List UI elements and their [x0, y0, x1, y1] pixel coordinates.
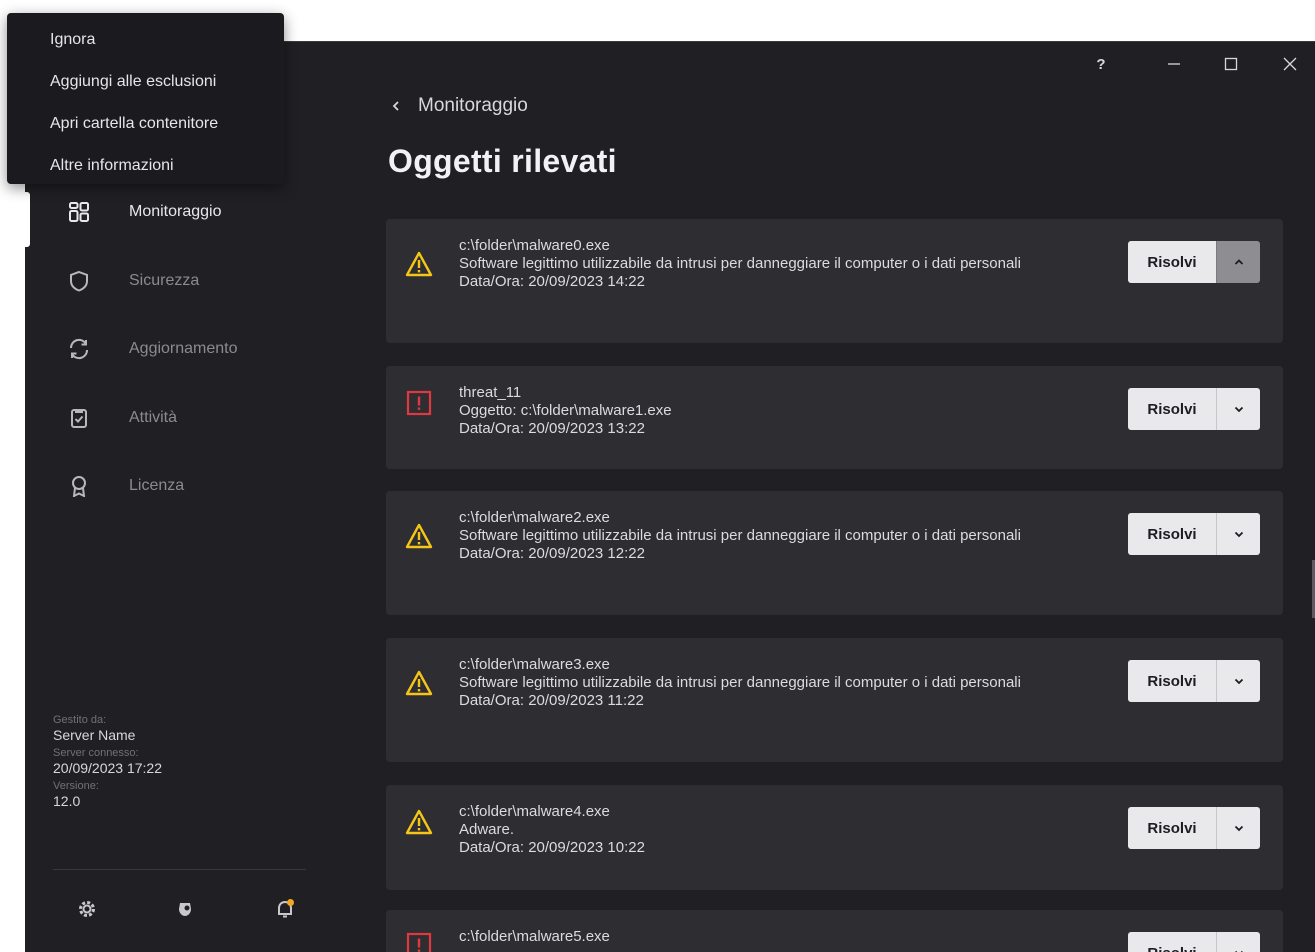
breadcrumb-label: Monitoraggio [418, 95, 528, 116]
detection-card: c:\folder\malware3.exe Software legittimo… [386, 638, 1283, 762]
detection-text: c:\folder\malware2.exe Software legittimo… [459, 509, 1099, 563]
card-actions: Risolvi [1128, 660, 1260, 702]
dashboard-icon [67, 200, 91, 224]
version-label: Versione: [53, 779, 99, 792]
detection-text: threat_11 Oggetto: c:\folder\malware1.exe… [459, 384, 1099, 438]
sidebar-item-aggiornamento[interactable]: Aggiornamento [25, 324, 310, 374]
resolve-button[interactable]: Risolvi [1128, 807, 1216, 849]
detection-description: Software legittimo utilizzabile da intru… [459, 255, 1021, 272]
server-name: Server Name [53, 727, 136, 744]
card-actions: Risolvi [1128, 932, 1260, 952]
detection-description: Oggetto: c:\folder\malware1.exe [459, 402, 672, 419]
chevron-down-icon[interactable] [1216, 513, 1260, 555]
server-connected-value: 20/09/2023 17:22 [53, 760, 162, 777]
chevron-down-icon[interactable] [1216, 807, 1260, 849]
breadcrumb[interactable]: Monitoraggio [390, 95, 528, 117]
detection-description: Software legittimo utilizzabile da intru… [459, 527, 1021, 544]
detection-card: c:\folder\malware0.exe Software legittimo… [386, 219, 1283, 343]
resolve-button[interactable]: Risolvi [1128, 388, 1216, 430]
detection-datetime: Data/Ora: 20/09/2023 13:22 [459, 420, 645, 437]
detection-name: c:\folder\malware5.exe [459, 928, 610, 945]
chevron-left-icon [390, 100, 402, 112]
card-actions: Risolvi [1128, 513, 1260, 555]
detection-datetime: Data/Ora: 20/09/2023 14:22 [459, 273, 645, 290]
card-actions: Risolvi [1128, 807, 1260, 849]
sidebar-item-licenza[interactable]: Licenza [25, 461, 310, 511]
card-actions: Risolvi [1128, 241, 1260, 283]
menu-item-aggiungi-esclusioni[interactable]: Aggiungi alle esclusioni [7, 61, 284, 103]
main-content: Monitoraggio Oggetti rilevati c:\folder\… [310, 42, 1315, 952]
support-icon[interactable] [173, 897, 197, 921]
server-connected-label: Server connesso: [53, 746, 139, 759]
notifications-icon[interactable] [273, 897, 297, 921]
detection-name: c:\folder\malware3.exe [459, 656, 610, 673]
sidebar-item-sicurezza[interactable]: Sicurezza [25, 256, 310, 306]
detection-description: Adware. [459, 821, 515, 838]
warning-icon [404, 249, 434, 279]
detection-text: c:\folder\malware0.exe Software legittimo… [459, 237, 1099, 291]
detection-text: c:\folder\malware3.exe Software legittimo… [459, 656, 1099, 710]
sidebar-item-label: Attività [129, 409, 178, 426]
clipboard-check-icon [67, 406, 91, 430]
detection-datetime: Data/Ora: 20/09/2023 11:22 [459, 692, 644, 709]
chevron-down-icon[interactable] [1216, 660, 1260, 702]
divider [53, 869, 306, 870]
warning-icon [404, 668, 434, 698]
menu-item-altre-informazioni[interactable]: Altre informazioni [7, 145, 284, 187]
menu-item-ignora[interactable]: Ignora [7, 19, 284, 61]
detection-datetime: Data/Ora: 20/09/2023 10:22 [459, 839, 645, 856]
settings-icon[interactable] [75, 897, 99, 921]
danger-icon [404, 930, 434, 952]
card-actions: Risolvi [1128, 388, 1260, 430]
warning-icon [404, 521, 434, 551]
version-value: 12.0 [53, 793, 81, 810]
danger-icon [404, 388, 434, 418]
sidebar-item-label: Monitoraggio [129, 203, 222, 220]
chevron-up-icon[interactable] [1216, 241, 1260, 283]
shield-icon [67, 269, 91, 293]
sidebar-item-monitoraggio[interactable]: Monitoraggio [25, 187, 310, 237]
chevron-down-icon[interactable] [1216, 388, 1260, 430]
detection-description: Software legittimo utilizzabile da intru… [459, 674, 1021, 691]
detection-name: c:\folder\malware4.exe [459, 803, 610, 820]
page-title: Oggetti rilevati [388, 143, 617, 179]
detection-card: threat_11 Oggetto: c:\folder\malware1.exe… [386, 366, 1283, 469]
menu-item-apri-cartella[interactable]: Apri cartella contenitore [7, 103, 284, 145]
detection-name: c:\folder\malware0.exe [459, 237, 610, 254]
detection-card: c:\folder\malware4.exe Adware. Data/Ora: 2… [386, 785, 1283, 890]
managed-info: Gestito da: Server Name Server connesso:… [53, 714, 162, 813]
sidebar-item-label: Aggiornamento [129, 340, 238, 357]
detection-text: c:\folder\malware5.exe [459, 928, 1099, 946]
sidebar-item-label: Licenza [129, 477, 185, 494]
context-menu: Ignora Aggiungi alle esclusioni Apri car… [7, 13, 284, 184]
chevron-down-icon[interactable] [1216, 932, 1260, 952]
detection-text: c:\folder\malware4.exe Adware. Data/Ora: 2… [459, 803, 1099, 857]
refresh-icon [67, 337, 91, 361]
resolve-button[interactable]: Risolvi [1128, 241, 1216, 283]
sidebar-item-label: Sicurezza [129, 272, 200, 289]
detection-name: threat_11 [459, 384, 522, 401]
resolve-button[interactable]: Risolvi [1128, 513, 1216, 555]
resolve-button[interactable]: Risolvi [1128, 932, 1216, 952]
detection-datetime: Data/Ora: 20/09/2023 12:22 [459, 545, 645, 562]
detection-card: c:\folder\malware5.exe Risolvi [386, 910, 1283, 952]
detection-name: c:\folder\malware2.exe [459, 509, 610, 526]
sidebar-item-attivita[interactable]: Attività [25, 393, 310, 443]
detection-card: c:\folder\malware2.exe Software legittimo… [386, 491, 1283, 615]
resolve-button[interactable]: Risolvi [1128, 660, 1216, 702]
managed-by-label: Gestito da: [53, 714, 107, 726]
warning-icon [404, 807, 434, 837]
award-icon [67, 474, 91, 498]
